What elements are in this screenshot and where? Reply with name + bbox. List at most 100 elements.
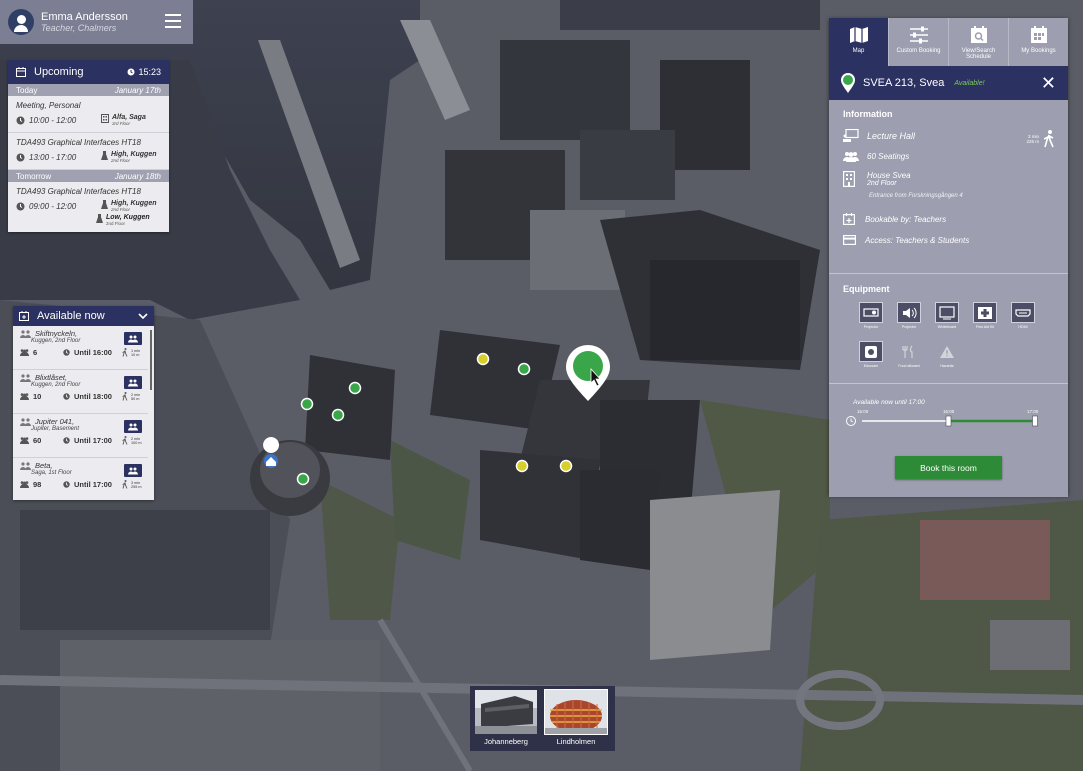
map-pin-available[interactable] bbox=[296, 472, 310, 486]
timeline-start-handle[interactable] bbox=[945, 415, 952, 427]
chevron-down-icon[interactable] bbox=[138, 312, 148, 320]
calendar-icon bbox=[16, 67, 26, 77]
eduroam-icon bbox=[865, 345, 877, 358]
room-header: SVEA 213, Svea Available! ✕ bbox=[829, 66, 1068, 100]
walk-minutes: 3 min bbox=[131, 480, 141, 485]
day-label: Today bbox=[16, 85, 38, 95]
speaker-icon bbox=[903, 307, 917, 318]
walking-person-icon bbox=[122, 436, 128, 445]
walk-minutes: 1 min bbox=[131, 348, 141, 353]
campus-thumbnail bbox=[544, 689, 608, 735]
quick-book-button[interactable] bbox=[124, 332, 142, 345]
clock-icon bbox=[127, 68, 135, 76]
event-item[interactable]: TDA493 Graphical Interfaces HT18 09:00 -… bbox=[8, 182, 169, 232]
tab-map[interactable]: Map bbox=[829, 18, 888, 66]
book-room-button[interactable]: Book this room bbox=[895, 456, 1002, 479]
equipment-item: Projector bbox=[897, 302, 921, 329]
room-until: Until 16:00 bbox=[74, 348, 112, 357]
room-name: Skiftnyckeln, bbox=[35, 329, 78, 338]
equipment-label: First Aid Kit bbox=[975, 325, 995, 329]
building-icon bbox=[843, 171, 855, 187]
available-room-item[interactable]: Beta, Saga, 1st Floor 98 Until 17:00 3 min 25… bbox=[13, 458, 148, 500]
equipment-item: Eduroam bbox=[859, 341, 883, 368]
room-location: Jupiter, Basement bbox=[31, 426, 80, 432]
tab-label: Map bbox=[852, 48, 865, 54]
current-time: 15:23 bbox=[138, 67, 161, 77]
cutlery-icon bbox=[902, 345, 913, 358]
close-icon[interactable]: ✕ bbox=[1041, 74, 1056, 92]
information-section: Information Lecture Hall 3 min 225 m 60 S… bbox=[829, 100, 1068, 273]
room-until: Until 17:00 bbox=[74, 436, 112, 445]
first-aid-icon bbox=[978, 306, 992, 319]
campus-lindholmen[interactable]: Lindholmen bbox=[544, 689, 608, 747]
room-seatings: 60 Seatings bbox=[867, 152, 910, 161]
event-title: Meeting, Personal bbox=[16, 101, 81, 110]
calendar-grid-icon bbox=[1030, 26, 1047, 43]
map-pin-occupied[interactable] bbox=[559, 459, 573, 473]
tab-view-search-schedule[interactable]: View/Search Schedule bbox=[948, 18, 1008, 66]
available-room-item[interactable]: Jupiter 041, Jupiter, Basement 60 Until 17:… bbox=[13, 414, 148, 458]
equipment-label: HDMI bbox=[1018, 325, 1028, 329]
walking-person-icon bbox=[122, 480, 128, 489]
room-status: Available! bbox=[954, 79, 985, 87]
availability-timeline[interactable] bbox=[829, 412, 1068, 436]
room-name: Blixtlåset, bbox=[35, 373, 68, 382]
tab-label: My Bookings bbox=[1021, 48, 1056, 54]
quick-book-button[interactable] bbox=[124, 464, 142, 477]
group-icon bbox=[128, 379, 138, 386]
event-location: High, Kuggen bbox=[111, 200, 157, 207]
clock-icon bbox=[63, 393, 70, 400]
equipment-icon-box bbox=[1011, 302, 1035, 323]
building-icon bbox=[101, 114, 109, 123]
available-header[interactable]: Available now bbox=[13, 306, 154, 326]
clock-icon bbox=[63, 349, 70, 356]
room-entrance: Entrance from Forskningsgången 4 bbox=[869, 193, 963, 199]
equipment-icon-box bbox=[935, 341, 959, 362]
seats-icon bbox=[20, 393, 29, 400]
campus-johanneberg[interactable]: Johanneberg bbox=[474, 690, 538, 747]
walk-minutes: 2 min bbox=[131, 436, 141, 441]
map-pin-available[interactable] bbox=[331, 408, 345, 422]
hdmi-icon bbox=[1015, 308, 1031, 317]
room-until: Until 17:00 bbox=[74, 480, 112, 489]
tab-my-bookings[interactable]: My Bookings bbox=[1008, 18, 1068, 66]
map-pin-available[interactable] bbox=[348, 381, 362, 395]
room-name: Jupiter 041, bbox=[35, 417, 75, 426]
timeline-end-handle[interactable] bbox=[1032, 415, 1038, 427]
event-title: TDA493 Graphical Interfaces HT18 bbox=[16, 187, 141, 196]
equipment-label: Hazards bbox=[940, 364, 954, 368]
equipment-item: Hazards bbox=[935, 341, 959, 368]
event-item[interactable]: Meeting, Personal 10:00 - 12:00 Alfa, Sa… bbox=[8, 96, 169, 133]
equipment-item: HDMI bbox=[1011, 302, 1035, 329]
map-pin-occupied[interactable] bbox=[476, 352, 490, 366]
seats-icon bbox=[20, 481, 29, 488]
calendar-search-icon bbox=[970, 26, 987, 43]
map-pin-available[interactable] bbox=[300, 397, 314, 411]
event-item[interactable]: TDA493 Graphical Interfaces HT18 13:00 -… bbox=[8, 133, 169, 170]
availability-section: Available now until 17:00 15:00 16:00 17… bbox=[829, 384, 1068, 497]
equipment-item: Projector bbox=[859, 302, 883, 329]
scrollbar[interactable] bbox=[150, 330, 152, 390]
upcoming-header[interactable]: Upcoming 15:23 bbox=[8, 60, 169, 84]
room-floor: 2nd Floor bbox=[867, 180, 897, 187]
room-title: SVEA 213, Svea bbox=[863, 77, 945, 89]
quick-book-button[interactable] bbox=[124, 420, 142, 433]
equipment-label: Eduroam bbox=[863, 364, 879, 368]
upcoming-panel: Upcoming 15:23 Today January 17th Meetin… bbox=[8, 60, 169, 232]
day-date: January 18th bbox=[114, 171, 161, 181]
tab-custom-booking[interactable]: Custom Booking bbox=[888, 18, 948, 66]
equipment-label: Food allowed bbox=[898, 364, 920, 368]
event-floor: 3rd Floor bbox=[112, 121, 131, 126]
map-pin-available[interactable] bbox=[517, 362, 531, 376]
quick-book-button[interactable] bbox=[124, 376, 142, 389]
room-seats: 6 bbox=[33, 348, 38, 357]
available-room-item[interactable]: Blixtlåset, Kuggen, 2nd Floor 10 Until 18:0… bbox=[13, 370, 148, 414]
lecture-hall-icon bbox=[843, 129, 859, 142]
clock-icon bbox=[16, 153, 25, 161]
access-card-icon bbox=[843, 235, 856, 245]
map-pin-occupied[interactable] bbox=[515, 459, 529, 473]
available-room-item[interactable]: Skiftnyckeln, Kuggen, 2nd Floor 6 Until 16:… bbox=[13, 326, 148, 370]
clock-icon bbox=[63, 481, 70, 488]
avatar[interactable] bbox=[8, 9, 34, 35]
hamburger-menu-icon[interactable] bbox=[165, 14, 181, 28]
